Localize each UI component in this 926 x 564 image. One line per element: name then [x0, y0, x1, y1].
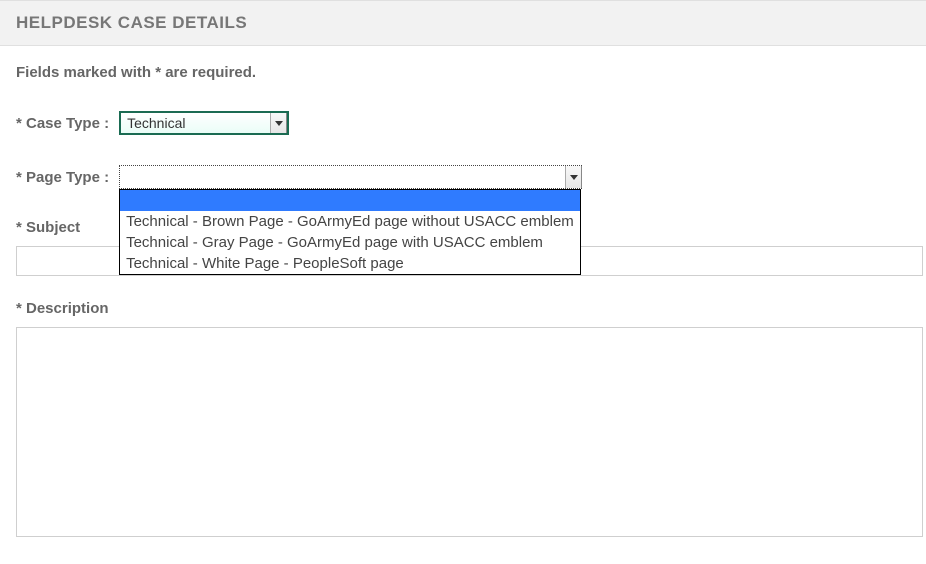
page-type-option-blank[interactable]: [120, 190, 580, 211]
page-title: HELPDESK CASE DETAILS: [16, 13, 910, 33]
page-type-dropdown: Technical - Brown Page - GoArmyEd page w…: [119, 189, 581, 275]
case-type-select[interactable]: Technical: [119, 111, 289, 135]
page-type-option-brown[interactable]: Technical - Brown Page - GoArmyEd page w…: [120, 211, 580, 232]
case-type-text: Technical: [127, 115, 185, 131]
chevron-down-icon[interactable]: [270, 113, 287, 133]
case-type-value[interactable]: Technical: [119, 111, 289, 135]
case-type-label: * Case Type :: [16, 115, 109, 132]
page-type-select[interactable]: Technical - Brown Page - GoArmyEd page w…: [119, 165, 582, 189]
required-note: Fields marked with * are required.: [16, 64, 910, 81]
chevron-down-icon[interactable]: [565, 166, 582, 188]
page-type-label: * Page Type :: [16, 169, 109, 186]
case-type-row: * Case Type : Technical: [16, 111, 910, 135]
description-input[interactable]: [16, 327, 923, 537]
page-type-option-gray[interactable]: Technical - Gray Page - GoArmyEd page wi…: [120, 232, 580, 253]
page-type-row: * Page Type : Technical - Brown Page - G…: [16, 165, 910, 189]
form-area: Fields marked with * are required. * Cas…: [0, 46, 926, 537]
page-type-option-white[interactable]: Technical - White Page - PeopleSoft page: [120, 253, 580, 274]
page-type-value[interactable]: [119, 165, 582, 189]
description-row: * Description: [16, 300, 910, 537]
description-label: * Description: [16, 300, 900, 317]
section-header: HELPDESK CASE DETAILS: [0, 0, 926, 46]
